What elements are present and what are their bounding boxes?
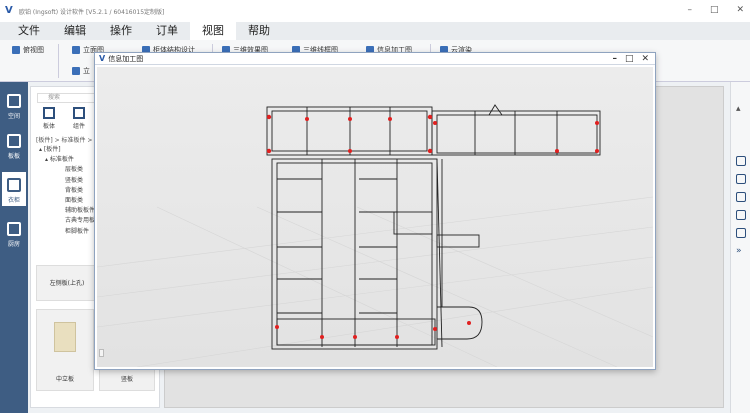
tree-item[interactable]: 竖板类 <box>39 176 95 186</box>
right-tool-bar: ▴ » <box>730 82 750 413</box>
top-view-button[interactable]: 俯视图 <box>12 45 44 55</box>
dialog-maximize-button[interactable]: □ <box>625 53 634 65</box>
title-bar: V 欧铂 (Ingsoft) 设计软件 [V5.2.1 / 60416015定制… <box>0 0 750 22</box>
menu-edit[interactable]: 编辑 <box>52 22 98 40</box>
elevation-view-button-2[interactable]: 立 <box>72 66 90 76</box>
close-button[interactable]: ✕ <box>736 5 744 15</box>
left-nav-bar: 空间 板板 衣柜 厨房 <box>0 82 28 413</box>
dialog-header: V 信息加工图 – □ ✕ <box>95 53 655 65</box>
tab-component[interactable]: 组件 <box>67 107 91 130</box>
menu-order[interactable]: 订单 <box>144 22 190 40</box>
scroll-up-icon[interactable]: ▴ <box>736 104 746 114</box>
tree-item[interactable]: 面板类 <box>39 196 95 206</box>
component-card[interactable]: 左侧板(上孔) <box>36 265 98 301</box>
menu-help[interactable]: 帮助 <box>236 22 282 40</box>
menu-view[interactable]: 视图 <box>190 22 236 40</box>
viewport-scroll-handle[interactable] <box>99 349 104 357</box>
center-panel-thumbnail <box>54 322 76 352</box>
tree-root[interactable]: ▴ [板件] <box>39 145 95 155</box>
tree-item[interactable]: 背板类 <box>39 186 95 196</box>
nav-kitchen[interactable]: 厨房 <box>2 216 26 250</box>
kitchen-icon <box>7 222 21 236</box>
pin-icon[interactable] <box>736 210 746 220</box>
tree-item[interactable]: 辅助板板件 <box>39 206 95 216</box>
menu-operate[interactable]: 操作 <box>98 22 144 40</box>
search-input[interactable]: 搜索 <box>37 93 97 103</box>
maximize-button[interactable]: □ <box>710 5 719 15</box>
app-logo-icon: V <box>5 5 13 16</box>
component-tab-icon <box>73 107 85 119</box>
menu-file[interactable]: 文件 <box>6 22 52 40</box>
category-tree: ▴ [板件] ▴ 标准板件 层板类 竖板类 背板类 面板类 辅助板板件 古典专用… <box>39 145 95 237</box>
tree-group[interactable]: ▴ 标准板件 <box>39 155 95 165</box>
board-tab-icon <box>43 107 55 119</box>
dialog-minimize-button[interactable]: – <box>612 53 617 65</box>
expand-icon[interactable]: » <box>736 246 746 256</box>
tree-item[interactable]: 古典专用板 <box>39 216 95 226</box>
settings-icon[interactable] <box>736 192 746 202</box>
component-card[interactable]: 中立板 <box>36 309 94 391</box>
3d-viewport[interactable] <box>97 67 653 367</box>
dialog-title: 信息加工图 <box>108 54 144 63</box>
top-view-icon <box>12 46 20 54</box>
tree-item[interactable]: 层板类 <box>39 165 95 175</box>
nav-board[interactable]: 板板 <box>2 128 26 162</box>
link-icon[interactable] <box>736 156 746 166</box>
cabinet-wireframe <box>97 104 653 367</box>
calendar-icon[interactable] <box>736 174 746 184</box>
nav-wardrobe[interactable]: 衣柜 <box>2 172 26 206</box>
tab-board[interactable]: 板体 <box>37 107 61 130</box>
info-process-dialog: V 信息加工图 – □ ✕ <box>94 52 656 370</box>
dialog-logo-icon: V <box>99 54 106 63</box>
window-title: 欧铂 (Ingsoft) 设计软件 [V5.2.1 / 60416015定制版] <box>19 8 165 16</box>
minimize-button[interactable]: – <box>687 5 692 15</box>
elevation-icon-2 <box>72 67 80 75</box>
board-icon <box>7 134 21 148</box>
wardrobe-icon <box>7 178 21 192</box>
breadcrumb: [板件] > 标准板件 > <box>36 137 93 144</box>
tree-item[interactable]: 柜脚板件 <box>39 227 95 237</box>
nav-space[interactable]: 空间 <box>2 88 26 122</box>
house-icon <box>7 94 21 108</box>
menu-bar: 文件 编辑 操作 订单 视图 帮助 <box>0 22 750 40</box>
chart-icon[interactable] <box>736 228 746 238</box>
elevation-icon <box>72 46 80 54</box>
dialog-close-button[interactable]: ✕ <box>641 53 649 65</box>
